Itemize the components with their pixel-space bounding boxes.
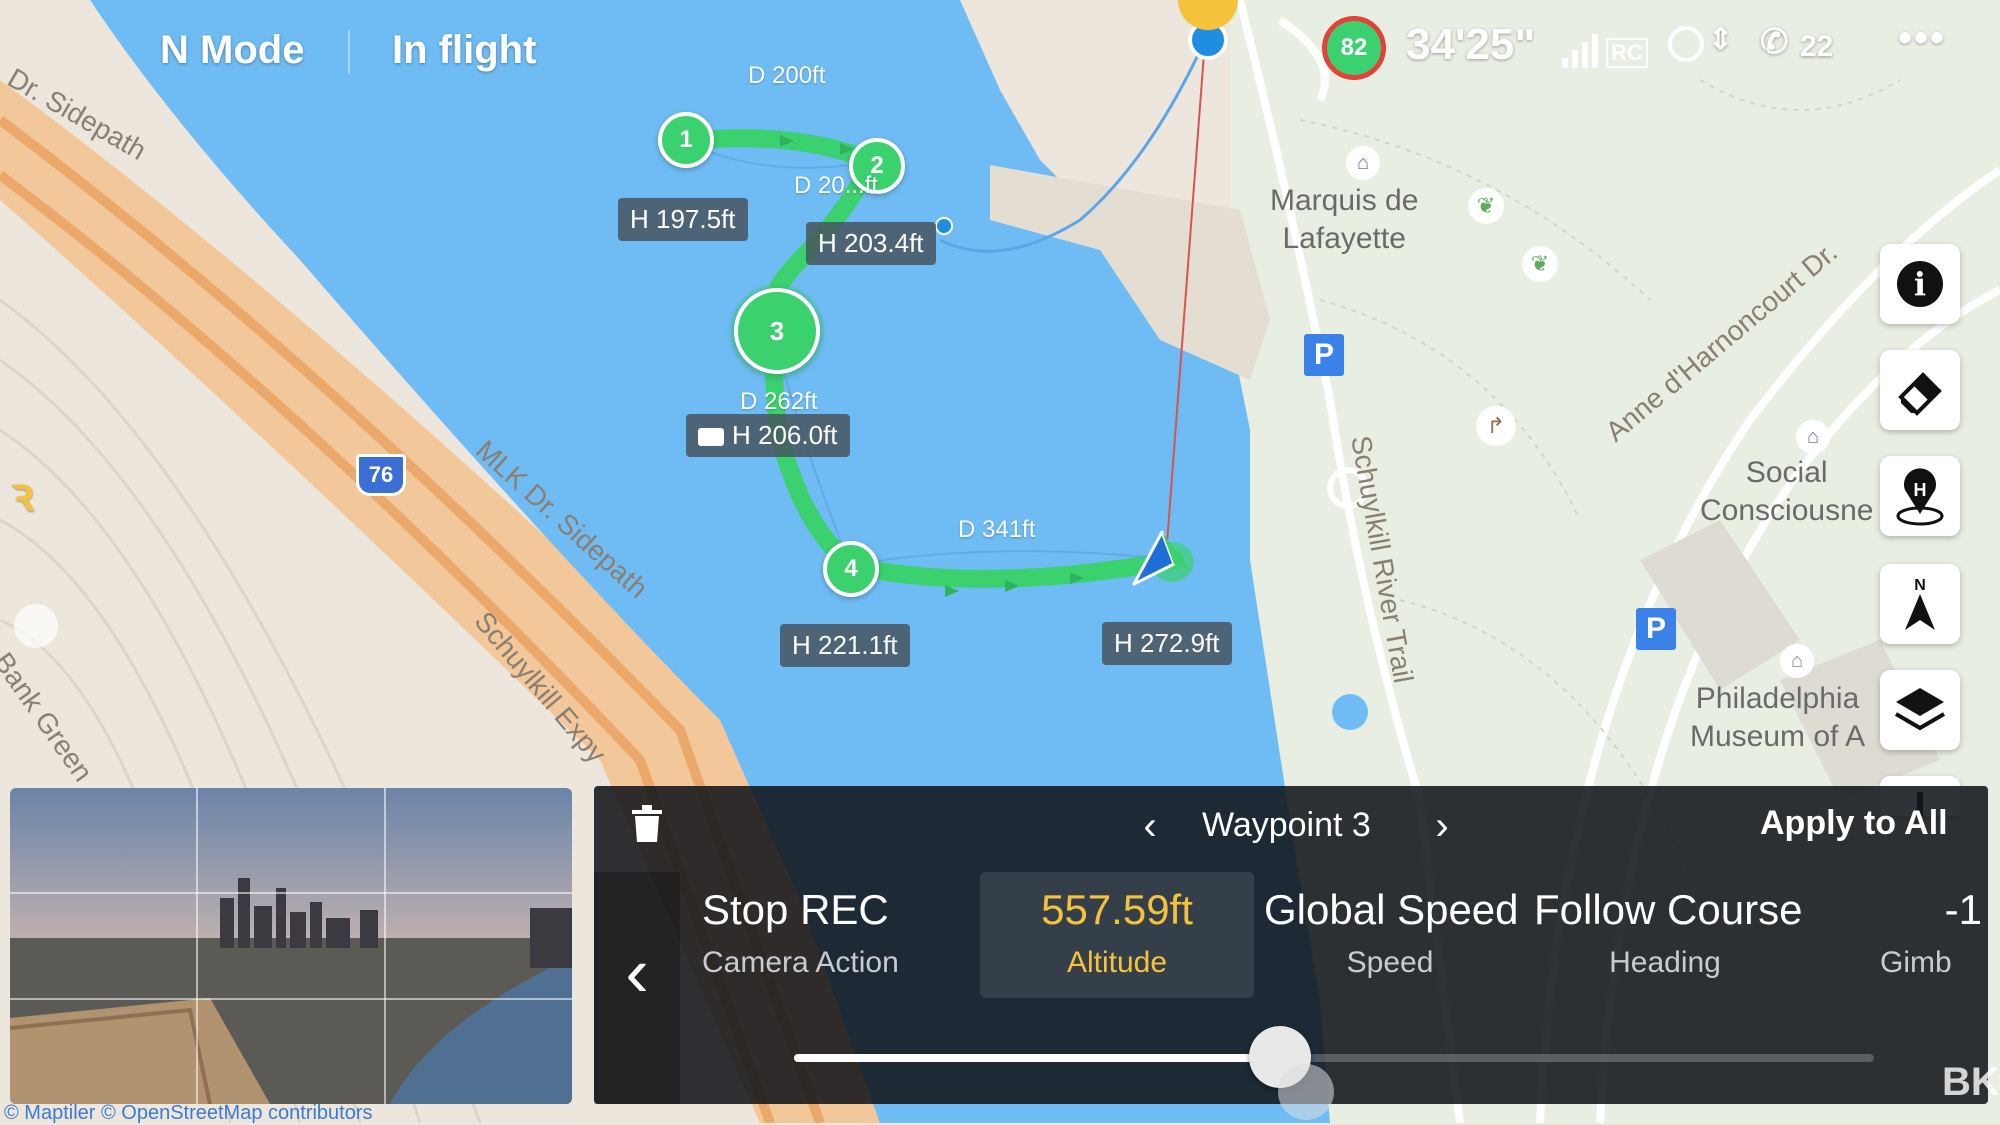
waypoint-3-marker[interactable]: 3 [734,288,820,374]
param-altitude[interactable]: 557.59ft Altitude [980,872,1254,998]
segment-distance-3: D 262ft [740,388,818,415]
eraser-icon [1898,372,1942,416]
vertical-sensor-icon: ⇕ [1708,23,1734,56]
altitude-slider-fill [794,1054,1280,1062]
battery-indicator[interactable]: 82 [1322,16,1386,80]
parking-icon-2: P [1636,608,1676,650]
waypoint-5-height: H 272.9ft [1102,622,1232,665]
camera-icon [698,428,724,447]
home-point-button[interactable]: H [1880,456,1960,536]
park-icon: ❦ [1522,246,1558,282]
poi-marquis: Marquis de Lafayette [1270,184,1419,255]
waypoint-1-marker[interactable]: 1 [658,112,714,168]
monument-icon: ⌂ [1780,644,1814,678]
altitude-slider-ghost-thumb [1278,1064,1334,1120]
poi-museum: Philadelphia Museum of A [1690,682,1866,753]
signal-icon[interactable]: RC [1562,28,1662,68]
param-gimbal-value: -1 [1944,886,1982,933]
poi-icon: ↱ [1476,406,1516,446]
waypoint-3-height: H 206.0ft [686,414,850,457]
poi-social: Social Consciousne [1700,456,1874,527]
flight-status: In flight [392,28,537,72]
svg-text:N: N [1914,577,1926,594]
param-camera-action-value: Stop REC [702,886,889,933]
waypoint-route-icon[interactable]: ꝛ [12,462,64,520]
highway-shield: 76 [356,454,406,496]
camera-feed-image [10,788,572,1104]
segment-distance-4: D 341ft [958,516,1036,543]
chevron-left-icon: ‹ [625,933,649,1011]
waypoint-title: Waypoint 3 [1202,806,1371,844]
param-heading-value: Follow Course [1534,886,1803,933]
svg-text:H: H [1914,480,1927,500]
segment-distance-2: D 20...ft [794,172,879,199]
signal-bar [1572,50,1578,68]
param-camera-action-label: Camera Action [702,946,899,979]
home-pin-icon: H [1896,468,1944,526]
param-speed-value: Global Speed [1264,886,1519,933]
next-waypoint-button[interactable]: › [1422,804,1462,848]
signal-bar [1562,58,1568,68]
signal-bar [1592,34,1598,68]
param-speed[interactable]: Global Speed Speed [1264,886,1519,980]
flight-mode[interactable]: N Mode [160,28,304,73]
flight-time: 34'25" [1406,20,1536,69]
museum-icon: ⌂ [1346,146,1380,180]
eraser-button[interactable] [1880,350,1960,430]
north-up-button[interactable]: N [1880,564,1960,644]
panel-back-button[interactable]: ‹ [594,872,680,1104]
param-heading[interactable]: Follow Course Heading [1534,886,1803,980]
more-options-icon[interactable]: ••• [1898,16,1946,61]
satellite-icon[interactable]: ✆ [1760,22,1789,62]
waypoint-4-marker[interactable]: 4 [823,541,879,597]
param-gimbal[interactable]: -1 Gimb [1870,886,1988,980]
signal-bar [1582,42,1588,68]
status-divider [348,30,350,74]
delete-waypoint-button[interactable] [630,804,664,844]
param-camera-action[interactable]: Stop REC Camera Action [702,886,899,980]
parking-icon-1: P [1304,334,1344,376]
home-point-icon [14,604,58,648]
park-icon: ❦ [1468,188,1504,224]
camera-live-view[interactable] [10,788,572,1104]
watermark: BK [1942,1060,2000,1104]
waypoint-1-height: H 197.5ft [618,198,748,241]
info-icon: i [1897,261,1943,307]
map-layers-button[interactable] [1880,670,1960,750]
satellite-count: 22 [1800,30,1834,63]
museum-icon: ⌂ [1796,420,1830,454]
rc-label: RC [1606,38,1648,68]
param-speed-label: Speed [1346,946,1434,979]
waypoint-2-height: H 203.4ft [806,222,936,265]
param-heading-label: Heading [1609,946,1721,979]
layers-icon [1894,688,1946,731]
waypoint-4-height: H 221.1ft [780,624,910,667]
map-attribution[interactable]: © Maptiler © OpenStreetMap contributors [4,1102,373,1125]
obstacle-avoidance-icon[interactable] [1668,26,1704,62]
battery-percent: 82 [1340,34,1368,61]
param-gimbal-label: Gimb [1880,946,1952,979]
north-arrow-icon: N [1905,577,1935,630]
info-button[interactable]: i [1880,244,1960,324]
previous-waypoint-button[interactable]: ‹ [1130,804,1170,848]
segment-distance-1: D 200ft [748,62,826,89]
param-altitude-label: Altitude [1066,946,1168,979]
waypoint-edit-panel: ‹ Waypoint 3 › Apply to All ‹ Stop REC C… [594,786,1988,1120]
param-altitude-value: 557.59ft [1041,886,1193,933]
altitude-slider-track[interactable] [794,1054,1874,1062]
trash-icon [632,805,662,842]
aircraft-icon [1132,530,1194,586]
apply-to-all-button[interactable]: Apply to All [1760,804,1948,843]
